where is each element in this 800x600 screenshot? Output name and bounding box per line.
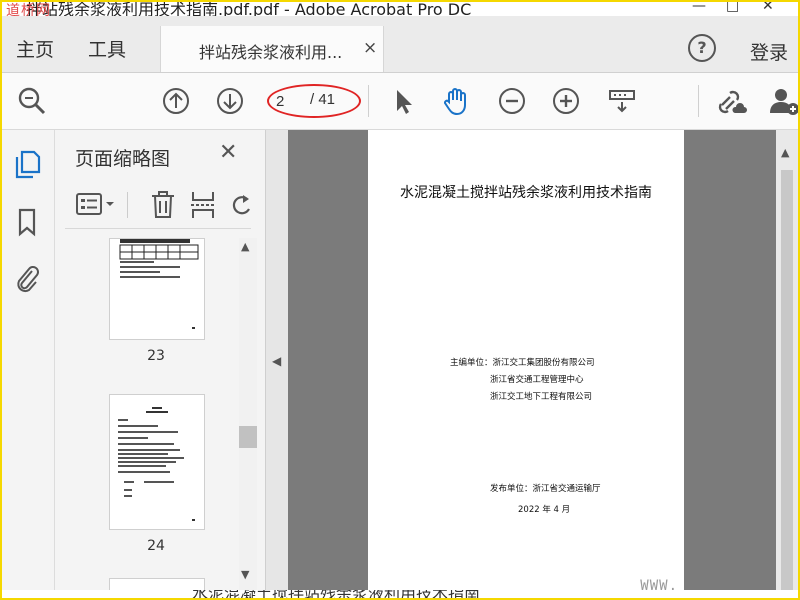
thumbnail-label: 24 [147, 538, 165, 554]
app-window: 拌站残余浆液利用技术指南.pdf.pdf - Adobe Acrobat Pro… [0, 0, 800, 600]
doc-scroll-up-icon[interactable]: ▲ [781, 146, 789, 159]
page-up-icon[interactable] [160, 85, 192, 117]
navigation-rail [2, 130, 55, 598]
document-title: 水泥混凝土搅拌站残余浆液利用技术指南 [400, 185, 652, 201]
thumbnail-options-icon[interactable] [75, 192, 115, 218]
page-thumbnails-icon[interactable] [12, 148, 42, 180]
thumbnail-label: 23 [147, 348, 165, 364]
select-arrow-icon[interactable] [388, 85, 420, 117]
tools-menu[interactable]: 工具 [88, 35, 126, 62]
document-view[interactable]: 水泥混凝土搅拌站残余浆液利用技术指南 主编单位：浙江交工集团股份有限公司 浙江省… [288, 130, 776, 598]
editor-line-1: 主编单位：浙江交工集团股份有限公司 [450, 358, 595, 368]
minimize-button[interactable]: — [692, 2, 706, 14]
window-title: 拌站残余浆液利用技术指南.pdf.pdf - Adobe Acrobat Pro… [26, 2, 472, 16]
add-user-icon[interactable] [768, 85, 800, 117]
bookmarks-icon[interactable] [12, 206, 42, 238]
site-watermark: 道桥网 [6, 3, 51, 16]
thumbnail-scrollbar[interactable]: ▲ ▼ [239, 238, 257, 592]
scroll-thumb[interactable] [239, 426, 257, 448]
toolbar-divider-2 [698, 85, 699, 117]
rotate-page-icon[interactable] [229, 190, 253, 220]
editor-line-3: 浙江交工地下工程有限公司 [490, 392, 593, 402]
panel-title: 页面缩略图 [75, 148, 171, 170]
tool-divider [127, 192, 128, 218]
title-bar: 拌站残余浆液利用技术指南.pdf.pdf - Adobe Acrobat Pro… [2, 2, 798, 16]
hand-tool-icon[interactable] [440, 85, 472, 117]
extract-pages-icon[interactable] [189, 190, 217, 220]
document-tab[interactable]: 拌站残余浆液利用... × [160, 26, 384, 72]
toolbar-divider [368, 85, 369, 117]
main-toolbar: / 41 [2, 73, 798, 130]
scroll-up-icon[interactable]: ▲ [241, 240, 249, 253]
collapse-arrow-icon[interactable]: ◀ [272, 354, 281, 368]
editor-line-2: 浙江省交通工程管理中心 [490, 375, 584, 385]
page-thumbnail-23[interactable] [109, 238, 205, 340]
document-page: 水泥混凝土搅拌站残余浆液利用技术指南 主编单位：浙江交工集团股份有限公司 浙江省… [368, 130, 684, 598]
panel-collapse-handle[interactable]: ◀ [266, 130, 288, 598]
thumbnail-list: 23 24 [55, 238, 239, 598]
page-thumbnail-24[interactable] [109, 394, 205, 530]
zoom-in-icon[interactable] [550, 85, 582, 117]
home-menu[interactable]: 主页 [16, 35, 54, 62]
login-button[interactable]: 登录 [750, 38, 788, 65]
scroll-down-icon[interactable]: ▼ [241, 568, 249, 581]
publisher-line: 发布单位：浙江省交通运输厅 [490, 484, 601, 494]
document-tab-label: 拌站残余浆液利用... [199, 43, 343, 62]
help-icon[interactable]: ? [688, 34, 716, 62]
maximize-button[interactable]: □ [726, 2, 739, 14]
taskbar-strip: 水泥混凝土搅拌站残余浆液利用技术指南 [2, 590, 798, 598]
thumbnails-panel: 页面缩略图 ✕ 23 24 ▲ ▼ [55, 130, 266, 598]
close-panel-icon[interactable]: ✕ [219, 140, 237, 165]
page-navigator: / 41 [267, 84, 361, 118]
zoom-out-icon[interactable] [496, 85, 528, 117]
thumbnail-toolbar [65, 182, 251, 229]
search-icon[interactable] [16, 85, 48, 117]
red-highlight-oval [267, 84, 361, 118]
thumbnail-content [118, 407, 195, 521]
close-tab-icon[interactable]: × [363, 38, 377, 58]
close-window-button[interactable]: ✕ [762, 2, 774, 14]
delete-page-icon[interactable] [149, 190, 177, 220]
date-line: 2022 年 4 月 [518, 505, 571, 515]
document-scrollbar[interactable]: ▲ [776, 130, 798, 598]
page-down-icon[interactable] [214, 85, 246, 117]
thumbnail-content [119, 239, 199, 329]
scroll-mode-icon[interactable] [606, 85, 638, 117]
share-link-icon[interactable] [716, 85, 748, 117]
menu-tab-bar: 主页 工具 拌站残余浆液利用... × ? 登录 [2, 16, 798, 73]
doc-scroll-thumb[interactable] [781, 170, 793, 590]
taskbar-text: 水泥混凝土搅拌站残余浆液利用技术指南 [192, 590, 480, 598]
attachments-icon[interactable] [12, 262, 42, 294]
